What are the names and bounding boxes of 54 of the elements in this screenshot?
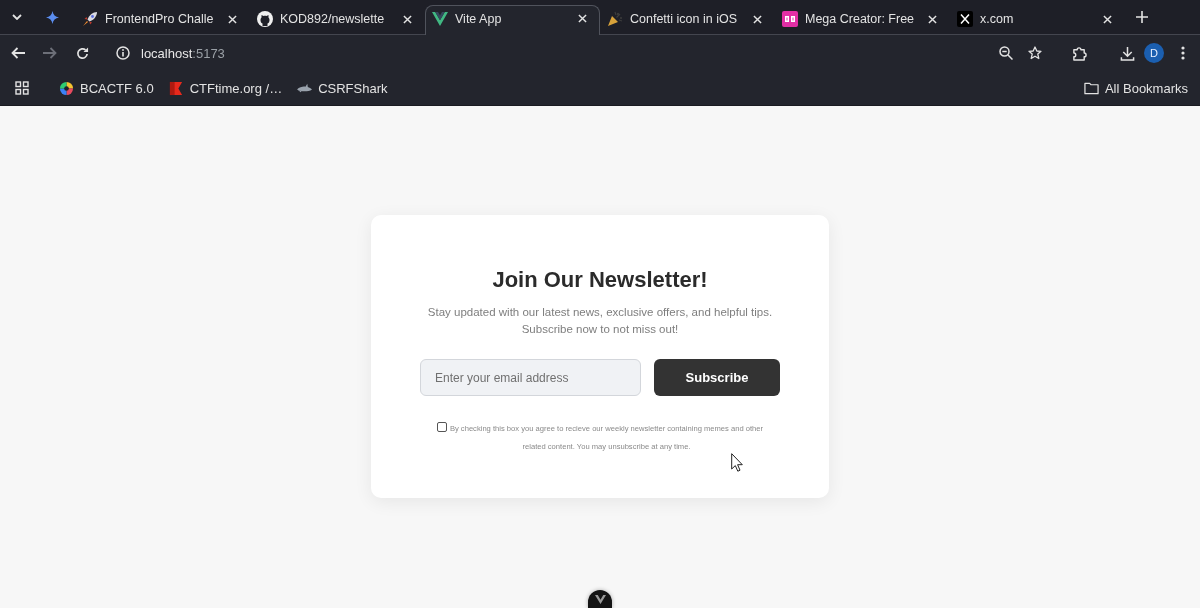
close-tab-button[interactable]: [225, 12, 239, 26]
bookmark-item[interactable]: CTFtime.org /…: [163, 74, 288, 102]
browser-tab[interactable]: FrontendPro Challe: [75, 6, 250, 35]
bookmark-item[interactable]: CSRFShark: [292, 74, 393, 102]
mouse-cursor-icon: [731, 453, 743, 472]
email-input[interactable]: Enter your email address: [420, 359, 641, 396]
grid-icon: [15, 81, 29, 95]
profile-avatar[interactable]: D: [1144, 43, 1164, 63]
close-icon: [577, 14, 587, 23]
newsletter-title: Join Our Newsletter!: [492, 266, 708, 294]
url-text[interactable]: localhost:5173: [141, 45, 225, 61]
close-icon: [927, 14, 937, 24]
v-logo-icon: [432, 10, 448, 27]
arrow-right-icon: [43, 47, 57, 59]
close-icon: [402, 14, 412, 24]
close-tab-button[interactable]: [750, 12, 764, 26]
close-tab-button[interactable]: [575, 11, 589, 26]
v-logo-icon: [594, 594, 606, 604]
star-icon: [1028, 46, 1042, 60]
more-vertical-icon: [1181, 46, 1185, 60]
all-bookmarks-button[interactable]: All Bookmarks: [1078, 74, 1193, 102]
subscribe-button[interactable]: Subscribe: [654, 359, 780, 396]
close-tab-button[interactable]: [400, 12, 414, 26]
sparkle-icon: [45, 10, 59, 24]
plus-icon: [1136, 11, 1148, 23]
devtools-toggle-button[interactable]: [588, 590, 612, 608]
arrow-left-icon: [11, 47, 25, 59]
close-tab-button[interactable]: [925, 12, 939, 26]
close-icon: [752, 14, 762, 24]
chevron-down-icon: [12, 14, 22, 20]
x-logo-icon: [957, 11, 973, 27]
close-tab-button[interactable]: [1100, 12, 1114, 26]
round-logo-icon: [59, 80, 74, 96]
square-logo-icon: [782, 11, 798, 27]
close-icon: [227, 14, 237, 24]
browser-tab[interactable]: Confetti icon in iOS: [600, 6, 775, 35]
browser-tab[interactable]: Mega Creator: Free: [775, 6, 950, 35]
party-popper-icon: [607, 11, 623, 27]
reload-icon: [75, 46, 89, 60]
bookmark-item[interactable]: BCACTF 6.0: [54, 74, 159, 102]
newsletter-description: Stay updated with our latest news, exclusive offers, and helpful tips. Subscribe now to not miss out!: [427, 305, 773, 337]
flag-icon: [168, 80, 184, 96]
browser-tab[interactable]: Vite App: [425, 5, 600, 35]
info-icon: [116, 46, 130, 60]
browser-tab[interactable]: KOD892/newslette: [250, 6, 425, 35]
puzzle-piece-icon: [1071, 45, 1087, 61]
cat-logo-icon: [257, 11, 273, 27]
zoom-out-icon: [999, 46, 1013, 60]
rocket-icon: [82, 11, 98, 27]
browser-tab[interactable]: x.com: [950, 6, 1125, 35]
close-icon: [1102, 14, 1112, 24]
download-icon: [1119, 45, 1135, 61]
folder-icon: [1083, 80, 1099, 96]
consent-checkbox[interactable]: [436, 422, 447, 432]
